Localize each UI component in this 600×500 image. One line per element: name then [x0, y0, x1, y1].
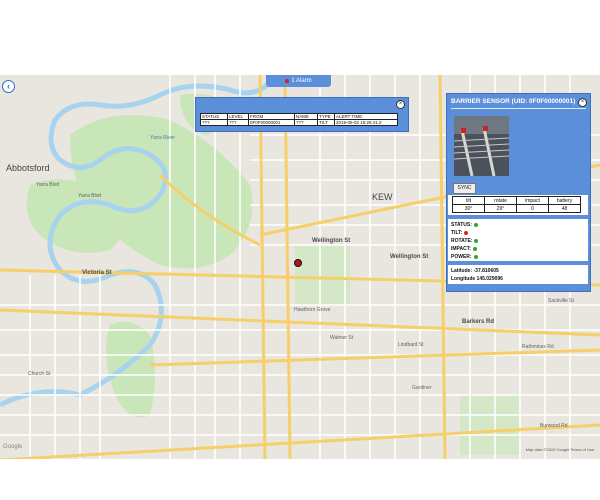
map-label-rathmines-rd: Rathmines Rd: [522, 344, 554, 350]
readings-value: 30°: [452, 204, 485, 213]
map-label-kew: KEW: [372, 192, 393, 202]
alarm-tab[interactable]: 1 Alarm: [266, 75, 331, 87]
park-area: [295, 245, 350, 305]
close-icon[interactable]: ×: [396, 100, 405, 109]
power-row: POWER:: [451, 254, 478, 260]
map-label-barkers-rd: Barkers Rd: [462, 319, 495, 325]
readings-header: impact: [516, 196, 549, 205]
alarm-cell: ???: [200, 119, 228, 126]
map-label-wellington-st: Wellington St: [312, 238, 351, 244]
alarm-cell: 0F0F00000001: [248, 119, 295, 126]
readings-header: battery: [548, 196, 581, 205]
map-label-yarra-river: Yarra River: [150, 135, 175, 141]
latitude-text: Latitude: -37.810605: [451, 268, 499, 274]
alarm-cell: TILT: [317, 119, 335, 126]
map-label-yarra-blvd-2: Yarra Blvd: [78, 193, 101, 199]
status-indicator-icon: [472, 247, 477, 251]
map-label-church-st: Church St: [28, 371, 51, 377]
status-indicator-icon: [473, 255, 478, 259]
readings-header: rotate: [484, 196, 517, 205]
alarm-table: STATUS LEVEL FROM NAME TYPE ALERT TIME ?…: [200, 113, 398, 126]
alarm-popup: × STATUS LEVEL FROM NAME TYPE ALERT TIME…: [195, 97, 409, 132]
tilt-row: TILT:: [451, 230, 469, 236]
alarm-tab-label: 1 Alarm: [291, 78, 312, 84]
alarm-cell: 2019-05-02 15:26:41.0: [334, 119, 398, 126]
back-button[interactable]: ‹: [2, 80, 15, 93]
park-area: [460, 395, 520, 455]
readings-value: 48: [548, 204, 581, 213]
map-label-lindbard-st: Lindbard St: [398, 342, 424, 348]
map-label-hawthorn-grove: Hawthorn Grove: [294, 307, 331, 313]
status-indicator-icon: [474, 239, 479, 243]
alarm-row[interactable]: ??? ??? 0F0F00000001 ??? TILT 2019-05-02…: [200, 119, 398, 126]
map-label-walmer-st: Walmer St: [330, 335, 354, 341]
readings-header: tilt: [452, 196, 485, 205]
sensor-marker[interactable]: [294, 259, 302, 267]
status-label: STATUS:: [451, 222, 472, 228]
map-label-gardiner: Gardiner: [412, 385, 432, 391]
status-label: TILT:: [451, 230, 463, 236]
close-icon[interactable]: ×: [578, 98, 587, 107]
status-label: POWER:: [451, 254, 472, 260]
longitude-text: Longitude 145.029096: [451, 276, 503, 282]
readings-value: 0: [516, 204, 549, 213]
status-row: STATUS:: [451, 222, 478, 228]
panel-divider: [451, 108, 586, 109]
alarm-cell: ???: [227, 119, 249, 126]
coordinates-box: Latitude: -37.810605 Longitude 145.02909…: [448, 265, 588, 284]
google-logo: Google: [3, 444, 23, 450]
impact-row: IMPACT:: [451, 246, 477, 252]
map-label-burwood-rd: Burwood Rd: [540, 423, 568, 429]
rotate-row: ROTATE:: [451, 238, 479, 244]
readings-value: 29°: [484, 204, 517, 213]
readings-box: tilt rotate impact battery 30° 29° 0 48: [448, 195, 588, 215]
status-label: ROTATE:: [451, 238, 473, 244]
alarm-icon: [285, 79, 290, 83]
sensor-photo: [454, 116, 509, 176]
status-box: STATUS: TILT: ROTATE: IMPACT: POWER:: [448, 219, 588, 261]
sensor-title: BARRIER SENSOR (UID: 0F0F00000001): [451, 98, 576, 105]
readings-table: tilt rotate impact battery 30° 29° 0 48: [452, 196, 581, 213]
alarm-cell: ???: [294, 119, 318, 126]
status-indicator-icon: [464, 231, 469, 235]
map-label-abbotsford: Abbotsford: [6, 163, 50, 173]
map-label-sackville-st: Sackville St: [548, 298, 574, 304]
status-label: IMPACT:: [451, 246, 471, 252]
sync-button[interactable]: SYNC: [453, 183, 476, 194]
map-label-victoria-st: Victoria St: [82, 270, 112, 276]
map-attribution[interactable]: Map data ©2019 Google Terms of Use: [526, 447, 594, 452]
map-label-wellington-st-2: Wellington St: [390, 254, 429, 260]
map-label-yarra-blvd: Yarra Blvd: [36, 182, 59, 188]
status-indicator-icon: [473, 223, 478, 227]
